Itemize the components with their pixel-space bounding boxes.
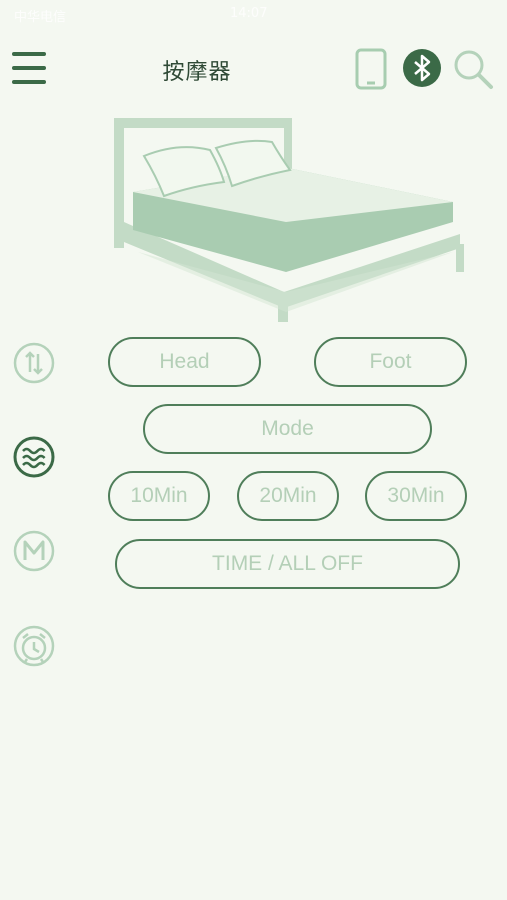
timer-30min-button[interactable]: 30Min [365,471,467,521]
page-title: 按摩器 [162,60,232,85]
alarm-clock-icon[interactable] [13,625,55,667]
head-button[interactable]: Head [108,337,261,387]
timer-20min-button[interactable]: 20Min [237,471,339,521]
mode-m-icon[interactable] [13,530,55,572]
mode-button[interactable]: Mode [143,404,432,454]
timer-10min-button[interactable]: 10Min [108,471,210,521]
time-all-off-button[interactable]: TIME / ALL OFF [115,539,460,589]
foot-button[interactable]: Foot [314,337,467,387]
search-icon[interactable] [452,48,494,94]
status-bar: 中华电信 14:07 [0,0,507,30]
waves-icon[interactable] [13,436,55,478]
status-carrier: 中华电信 [14,10,67,25]
status-time: 14:07 [230,6,268,21]
bluetooth-icon[interactable] [402,48,442,92]
up-down-icon[interactable] [13,342,55,384]
phone-icon[interactable] [355,48,387,94]
bed-illustration [108,112,468,328]
